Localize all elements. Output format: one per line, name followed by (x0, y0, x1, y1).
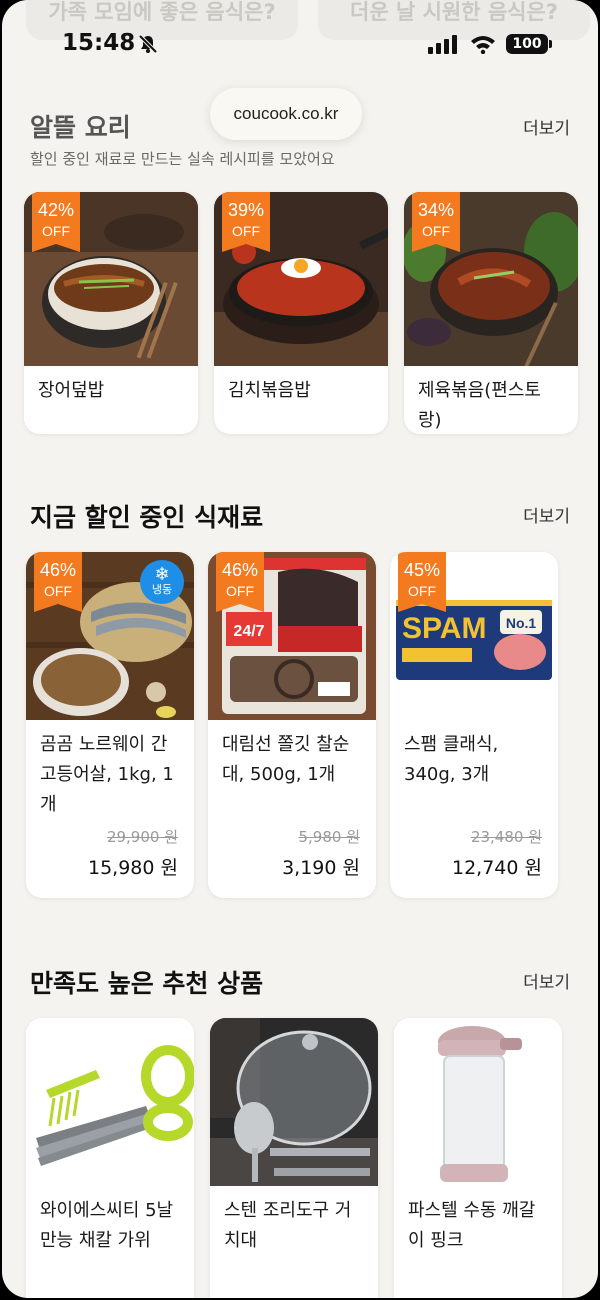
section-title: 만족도 높은 추천 상품 (30, 969, 264, 998)
recipe-name: 김치볶음밥 (228, 380, 311, 401)
product-image (26, 1018, 194, 1186)
product-image (210, 1018, 378, 1186)
discount-badge: 39% OFF (222, 192, 270, 252)
discount-badge: 46% OFF (216, 552, 264, 612)
product-card[interactable]: SPAM No.1 45% OFF 스팸 클래식, 340g, 3개 23,48… (390, 552, 558, 898)
section-title: 알뜰 요리 (30, 113, 131, 142)
sale-price: 15,980 원 (87, 857, 178, 879)
battery-indicator: 100 (506, 34, 552, 54)
app-screen: 가족 모임에 좋은 음식은? 더운 날 시원한 음식은? 15:48 100 c… (2, 0, 598, 1298)
price-block: 5,980 원 3,190 원 (282, 826, 360, 880)
svg-text:No.1: No.1 (506, 615, 537, 631)
frozen-badge: ❄ 냉동 (140, 560, 184, 604)
discount-badge: 45% OFF (398, 552, 446, 612)
bell-muted-icon (138, 34, 158, 54)
recipe-card[interactable]: 39% OFF 김치볶음밥 (214, 192, 388, 434)
product-image: SPAM No.1 45% OFF (390, 552, 558, 720)
discount-badge: 46% OFF (34, 552, 82, 612)
product-image: 24/7 46% OFF (208, 552, 376, 720)
product-card[interactable]: 46% OFF ❄ 냉동 곰곰 노르웨이 간고등어살, 1kg, 1개 29,9… (26, 552, 194, 898)
section-subtitle: 할인 중인 재료로 만드는 실속 레시피를 모았어요 (30, 150, 335, 168)
svg-text:24/7: 24/7 (233, 623, 264, 640)
product-card-row: 46% OFF ❄ 냉동 곰곰 노르웨이 간고등어살, 1kg, 1개 29,9… (26, 552, 558, 898)
product-name: 대림선 쫄깃 찰순대, 500g, 1개 (222, 734, 350, 785)
recipe-card[interactable]: 42% OFF 장어덮밥 (24, 192, 198, 434)
product-name: 파스텔 수동 깨갈이 핑크 (408, 1200, 536, 1251)
recipe-card-row: 42% OFF 장어덮밥 39% OFF 김치볶음밥 34% OFF 제육볶음(… (24, 192, 578, 434)
wifi-icon (471, 36, 495, 54)
status-indicators: 100 (428, 34, 552, 54)
status-time: 15:48 (62, 30, 136, 56)
sale-price: 3,190 원 (282, 857, 360, 879)
recipe-image: 34% OFF (404, 192, 578, 366)
discount-badge: 34% OFF (412, 192, 460, 252)
recipe-image: 39% OFF (214, 192, 388, 366)
price-block: 23,480 원 12,740 원 (452, 826, 542, 880)
product-name: 곰곰 노르웨이 간고등어살, 1kg, 1개 (40, 734, 174, 815)
recipe-name: 제육볶음(편스토랑) (418, 380, 541, 431)
product-card[interactable]: 스텐 조리도구 거치대 (210, 1018, 378, 1298)
original-price: 29,900 원 (106, 828, 178, 846)
discount-badge: 42% OFF (32, 192, 80, 252)
product-image (394, 1018, 562, 1186)
section-title: 지금 할인 중인 식재료 (30, 503, 264, 532)
product-card[interactable]: 24/7 46% OFF 대림선 쫄깃 찰순대, 500g, 1개 5,980 … (208, 552, 376, 898)
svg-text:SPAM: SPAM (402, 612, 486, 645)
product-name: 스텐 조리도구 거치대 (224, 1200, 352, 1251)
status-bar: 15:48 100 (2, 28, 598, 62)
product-name: 와이에스씨티 5날 만능 채칼 가위 (40, 1200, 174, 1251)
recipe-name: 장어덮밥 (38, 380, 105, 401)
more-link[interactable]: 더보기 (523, 968, 570, 993)
signal-icon (428, 35, 457, 54)
more-link[interactable]: 더보기 (523, 114, 570, 139)
sale-price: 12,740 원 (451, 857, 542, 879)
more-link[interactable]: 더보기 (523, 502, 570, 527)
product-card[interactable]: 와이에스씨티 5날 만능 채칼 가위 (26, 1018, 194, 1298)
product-image: 46% OFF ❄ 냉동 (26, 552, 194, 720)
price-block: 29,900 원 15,980 원 (88, 826, 178, 880)
original-price: 5,980 원 (298, 828, 360, 846)
original-price: 23,480 원 (470, 828, 542, 846)
product-card-row: 와이에스씨티 5날 만능 채칼 가위 스텐 조리도구 거치대 파스텔 수동 깨갈… (26, 1018, 562, 1298)
url-bar[interactable]: coucook.co.kr (210, 88, 362, 140)
product-card[interactable]: 파스텔 수동 깨갈이 핑크 (394, 1018, 562, 1298)
snowflake-icon: ❄ (154, 564, 170, 585)
recipe-image: 42% OFF (24, 192, 198, 366)
product-name: 스팸 클래식, 340g, 3개 (404, 734, 499, 785)
recipe-card[interactable]: 34% OFF 제육볶음(편스토랑) (404, 192, 578, 434)
